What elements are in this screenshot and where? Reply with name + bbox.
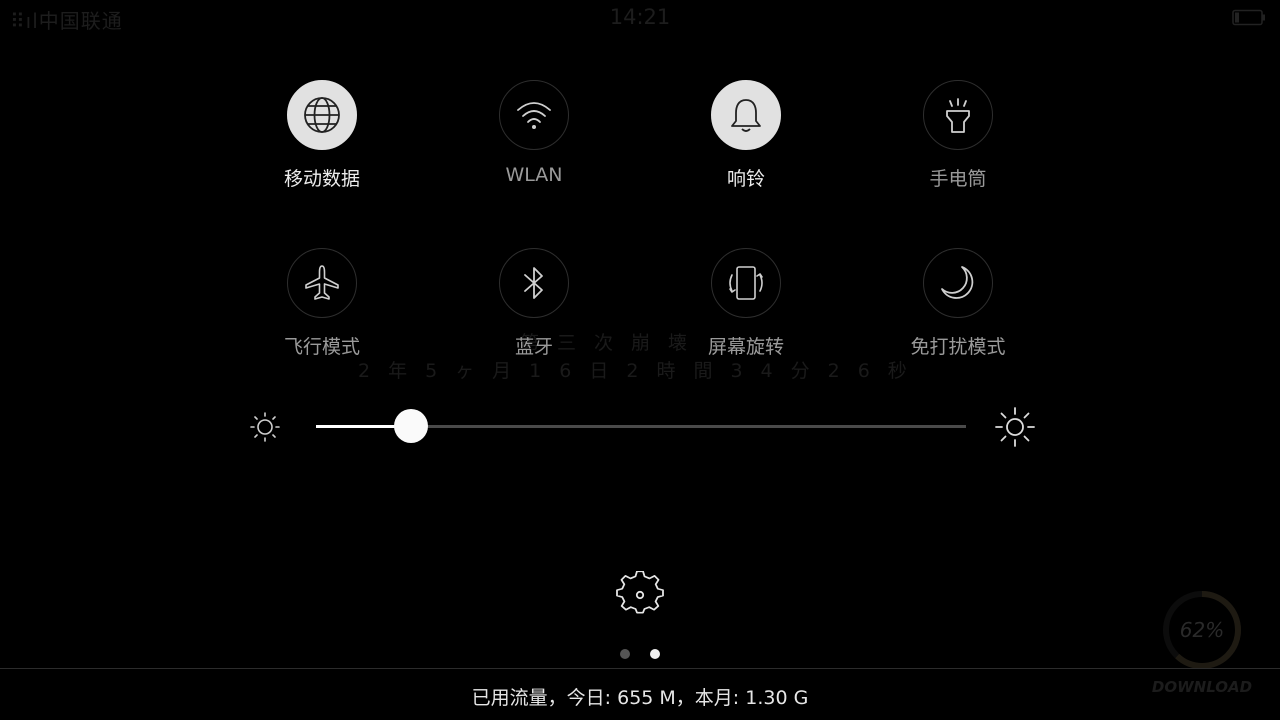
toggle-label: WLAN (505, 164, 563, 186)
moon-icon (941, 266, 974, 299)
toggle-label: 手电筒 (929, 168, 987, 190)
page-indicator (0, 649, 1280, 659)
status-bar: ⠿ıl中国联通 14:21 (0, 0, 1280, 36)
toggle-flashlight[interactable]: 手电筒 (878, 80, 1038, 191)
toggle-airplane-mode[interactable]: 飞行模式 (242, 248, 402, 359)
bell-icon (731, 99, 761, 132)
brightness-slider-thumb[interactable] (393, 409, 428, 443)
toggle-mobile-data[interactable]: 移动数据 (242, 80, 402, 191)
toggle-label: 飞行模式 (283, 336, 360, 358)
battery-icon (1232, 9, 1265, 26)
toggle-do-not-disturb[interactable]: 免打扰模式 (878, 248, 1038, 359)
watermark-line-2: 2年5ヶ月16日2時間34分26秒 (358, 360, 925, 382)
toggle-label: 屏幕旋转 (707, 336, 784, 358)
download-percent: 62% (1179, 618, 1225, 642)
airplane-icon (305, 265, 339, 300)
status-time: 14:21 (609, 5, 671, 29)
toggle-screen-rotation[interactable]: 屏幕旋转 (666, 248, 826, 359)
brightness-high-icon (995, 407, 1035, 447)
page-dot-1[interactable] (620, 649, 630, 659)
brightness-low-icon (250, 412, 280, 442)
toggle-label: 响铃 (726, 168, 765, 190)
data-usage-bar: 已用流量，今日: 655 M，本月: 1.30 G (0, 668, 1280, 720)
toggle-bluetooth-button[interactable] (499, 248, 569, 318)
toggle-airplane-mode-button[interactable] (287, 248, 357, 318)
page-dot-2[interactable] (650, 649, 660, 659)
globe-icon (304, 97, 340, 133)
toggle-bluetooth[interactable]: 蓝牙 (454, 248, 614, 359)
flashlight-icon (946, 98, 970, 133)
toggle-label: 蓝牙 (514, 336, 553, 358)
brightness-slider[interactable] (316, 409, 966, 443)
toggle-wlan[interactable]: WLAN (454, 80, 614, 186)
data-usage-text: 已用流量，今日: 655 M，本月: 1.30 G (471, 687, 809, 709)
settings-gear-icon[interactable] (616, 571, 664, 619)
toggle-flashlight-button[interactable] (923, 80, 993, 150)
toggle-ringer-button[interactable] (711, 80, 781, 150)
toggle-mobile-data-button[interactable] (287, 80, 357, 150)
quick-settings-screen: ⠿ıl中国联通 14:21 第三次崩壊 2年5ヶ月16日2時間34分26秒 移动… (0, 0, 1280, 720)
toggle-do-not-disturb-button[interactable] (923, 248, 993, 318)
bluetooth-icon (524, 267, 543, 299)
wifi-icon (517, 102, 551, 129)
toggle-wlan-button[interactable] (499, 80, 569, 150)
toggle-ringer[interactable]: 响铃 (666, 80, 826, 191)
rotate-screen-icon (729, 266, 763, 300)
toggle-label: 移动数据 (283, 168, 360, 190)
toggle-label: 免打扰模式 (910, 336, 1006, 358)
toggle-screen-rotation-button[interactable] (711, 248, 781, 318)
